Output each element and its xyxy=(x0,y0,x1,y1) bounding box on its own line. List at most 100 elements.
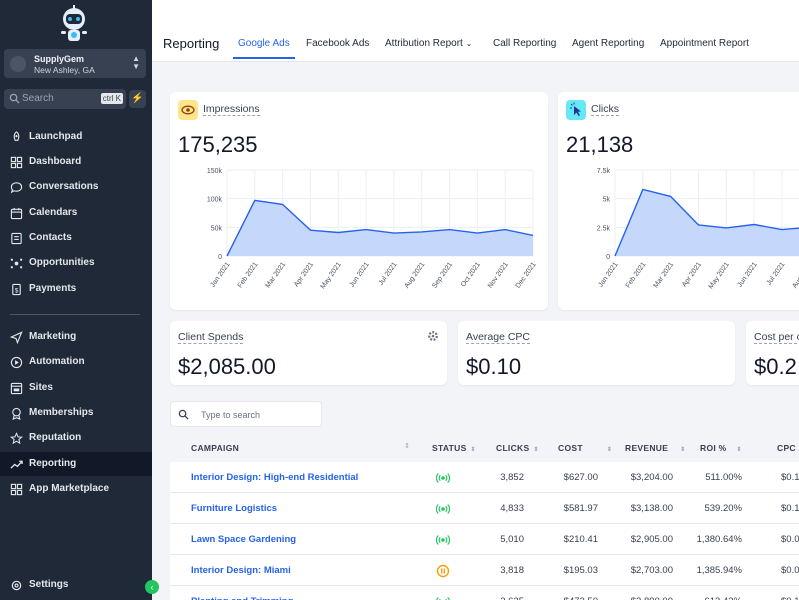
x-tick-label: Jan 2021 xyxy=(209,261,231,289)
eye-icon xyxy=(178,100,198,120)
tab-agent-reporting[interactable]: Agent Reporting xyxy=(572,38,644,49)
x-tick-label: Feb 2021 xyxy=(237,261,260,289)
cell-cost: $581.97 xyxy=(563,503,598,514)
sidebar-item-sites[interactable]: Sites xyxy=(0,376,152,400)
sidebar-item-label: Calendars xyxy=(29,207,78,218)
campaign-name-link[interactable]: Planting and Trimming xyxy=(191,596,293,600)
tab-facebook-ads[interactable]: Facebook Ads xyxy=(306,38,369,49)
column-header-cpc[interactable]: CPC xyxy=(777,443,796,453)
cell-clicks: 5,010 xyxy=(500,534,524,545)
active-status-icon[interactable] xyxy=(436,471,450,485)
cell-clicks: 3,852 xyxy=(500,472,524,483)
sort-icon[interactable]: ⇕ xyxy=(471,447,476,453)
sidebar-item-dashboard[interactable]: Dashboard xyxy=(0,150,152,174)
sort-icon[interactable]: ⇕ xyxy=(607,447,612,453)
column-header-clicks[interactable]: CLICKS ⇕ xyxy=(496,443,539,453)
cell-roi: 1,380.64% xyxy=(696,534,742,545)
tab-google-ads[interactable]: Google Ads xyxy=(238,38,290,49)
sidebar-item-conversations[interactable]: Conversations xyxy=(0,175,152,199)
x-tick-label: Aug 2021 xyxy=(791,261,799,290)
campaign-name-link[interactable]: Furniture Logistics xyxy=(191,503,277,514)
cell-roi: 613.43% xyxy=(704,596,742,600)
impressions-value: 175,235 xyxy=(178,132,258,157)
sidebar-item-reputation[interactable]: Reputation xyxy=(0,426,152,450)
sidebar-divider xyxy=(10,314,140,315)
sidebar-item-app-marketplace[interactable]: App Marketplace xyxy=(0,477,152,501)
impressions-card: Impressions 175,235 0 50k 100k 150k Jan 2021… xyxy=(170,92,548,310)
client-spends-card: Client Spends $2,085.00 xyxy=(170,321,447,385)
average-cpc-label: Average CPC xyxy=(466,331,531,344)
area-fill xyxy=(615,189,799,256)
cell-cpc: $0.0 xyxy=(781,534,799,545)
sidebar-item-calendars[interactable]: Calendars xyxy=(0,201,152,225)
paused-status-icon[interactable] xyxy=(436,564,450,578)
table-row[interactable]: Planting and Trimming 3,625 $472.50 $2,890.… xyxy=(170,586,799,600)
x-tick-label: Apr 2021 xyxy=(681,261,703,288)
sort-icon[interactable]: ⇕ xyxy=(404,442,410,450)
active-status-icon[interactable] xyxy=(436,502,450,516)
sidebar-item-label: Marketing xyxy=(29,331,77,342)
sidebar-item-contacts[interactable]: Contacts xyxy=(0,226,152,250)
column-header-status[interactable]: STATUS ⇕ xyxy=(432,443,476,453)
active-tab-indicator xyxy=(233,57,295,59)
column-header-campaign[interactable]: CAMPAIGN xyxy=(191,443,239,453)
x-tick-label: Dec 2021 xyxy=(515,261,538,290)
table-row[interactable]: Interior Design: High-end Residential 3,8… xyxy=(170,462,799,493)
sort-icon[interactable]: ⇕ xyxy=(680,447,685,453)
contacts-icon xyxy=(11,232,22,245)
sidebar-item-label: Contacts xyxy=(29,232,72,243)
sort-icon[interactable]: ⇕ xyxy=(533,447,538,453)
sidebar-item-label: Settings xyxy=(29,579,69,590)
collapse-sidebar-icon[interactable]: ‹ xyxy=(145,580,159,594)
tab-call-reporting[interactable]: Call Reporting xyxy=(493,38,556,49)
table-row[interactable]: Interior Design: Miami 3,818 $195.03 $2,703… xyxy=(170,555,799,586)
x-tick-label: Jun 2021 xyxy=(736,261,758,289)
clicks-label: Clicks xyxy=(591,103,619,116)
column-header-cost[interactable]: COST ⇕ xyxy=(558,443,612,453)
chat-icon xyxy=(10,182,23,194)
table-row[interactable]: Furniture Logistics 4,833 $581.97 $3,138.00… xyxy=(170,493,799,524)
sidebar-item-memberships[interactable]: Memberships xyxy=(0,401,152,425)
client-spends-label: Client Spends xyxy=(178,331,244,344)
sidebar: SupplyGem New Ashley, GA ▲ ▼ Search ctrl … xyxy=(0,0,159,600)
sidebar-item-settings[interactable]: Settings xyxy=(0,573,152,597)
table-search-input[interactable]: Type to search xyxy=(170,401,322,427)
y-tick-label: 100k xyxy=(207,197,223,204)
tab-attribution-report[interactable]: Attribution Report ⌄ xyxy=(385,38,472,49)
campaign-name-link[interactable]: Interior Design: Miami xyxy=(191,565,291,576)
column-header-revenue[interactable]: REVENUE ⇕ xyxy=(625,443,686,453)
opportunities-icon xyxy=(10,258,23,269)
sidebar-item-launchpad[interactable]: Launchpad xyxy=(0,125,152,149)
search-input[interactable]: Search ctrl K xyxy=(4,89,126,109)
top-bar: Reporting Google Ads Facebook Ads Attrib… xyxy=(152,0,799,62)
settings-gear-icon[interactable] xyxy=(427,330,439,342)
sidebar-item-payments[interactable]: $ Payments xyxy=(0,277,152,301)
tab-appointment-report[interactable]: Appointment Report xyxy=(660,38,749,49)
gear-icon xyxy=(11,580,22,591)
average-cpc-value: $0.10 xyxy=(466,354,522,379)
apps-icon xyxy=(10,483,23,496)
sidebar-item-opportunities[interactable]: Opportunities xyxy=(0,251,152,275)
sort-icon[interactable]: ⇕ xyxy=(737,447,742,453)
campaign-name-link[interactable]: Lawn Space Gardening xyxy=(191,534,296,545)
sidebar-item-marketing[interactable]: Marketing xyxy=(0,325,152,349)
x-tick-label: Feb 2021 xyxy=(625,261,648,289)
x-tick-label: May 2021 xyxy=(320,261,343,290)
cell-cpc: $0.1 xyxy=(781,472,799,483)
sidebar-item-automation[interactable]: Automation xyxy=(0,350,152,374)
active-status-icon[interactable] xyxy=(436,595,450,600)
cell-cost: $210.41 xyxy=(563,534,598,545)
chevron-up-down-icon: ▲ ▼ xyxy=(132,54,140,71)
active-status-icon[interactable] xyxy=(436,533,450,547)
account-switcher[interactable]: SupplyGem New Ashley, GA ▲ ▼ xyxy=(4,49,146,78)
robot-logo-icon[interactable] xyxy=(56,4,92,44)
cell-cost: $627.00 xyxy=(563,472,598,483)
search-icon xyxy=(9,93,20,104)
sidebar-item-label: Reporting xyxy=(29,458,77,469)
sidebar-item-reporting[interactable]: Reporting xyxy=(0,452,152,476)
table-row[interactable]: Lawn Space Gardening 5,010 $210.41 $2,905.0… xyxy=(170,524,799,555)
x-tick-label: May 2021 xyxy=(708,261,731,290)
campaign-name-link[interactable]: Interior Design: High-end Residential xyxy=(191,472,358,483)
quick-action-bolt-icon[interactable]: ⚡ xyxy=(129,90,146,108)
column-header-roi[interactable]: ROI % ⇕ xyxy=(700,443,742,453)
